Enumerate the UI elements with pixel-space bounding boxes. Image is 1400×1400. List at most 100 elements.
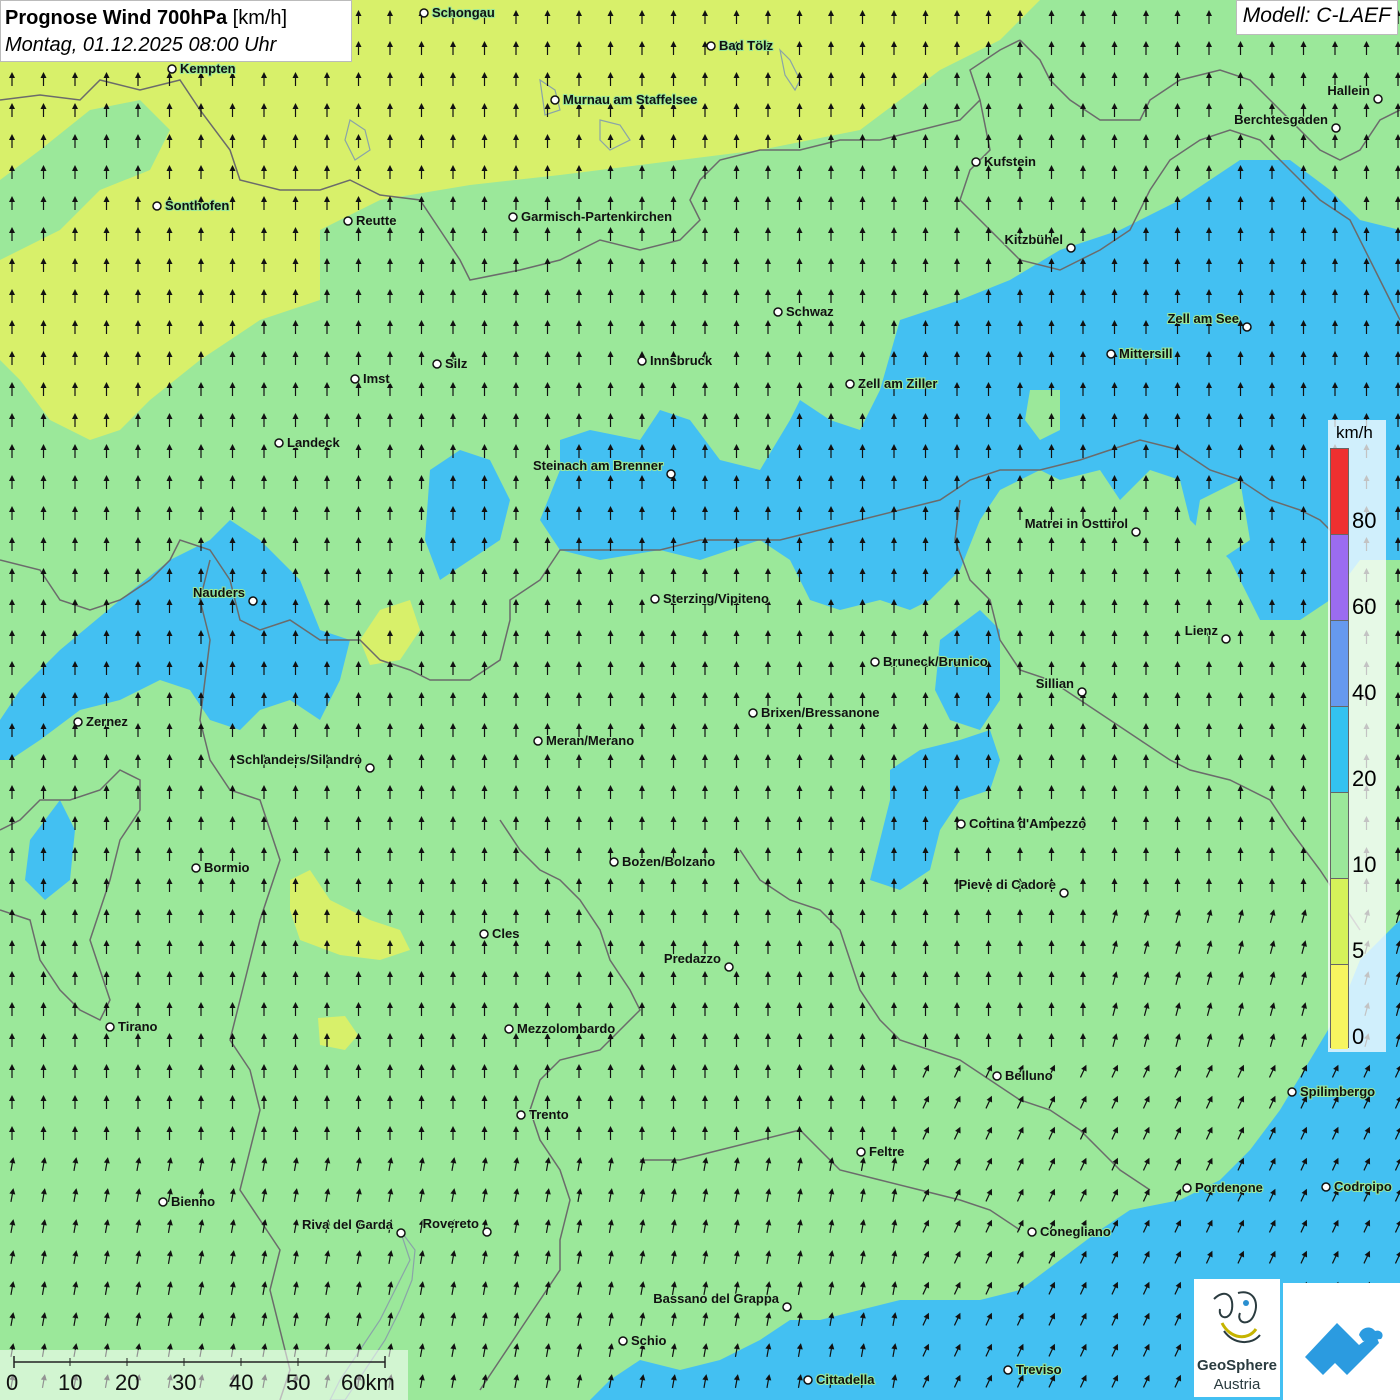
city-dot xyxy=(706,41,716,51)
city-label: Imst xyxy=(363,371,390,386)
city-label: Schongau xyxy=(432,5,495,20)
legend-swatch-0 xyxy=(1331,965,1348,1049)
geosphere-sub: Austria xyxy=(1213,1376,1261,1393)
city-dot xyxy=(845,379,855,389)
city-label: Pordenone xyxy=(1195,1180,1263,1195)
city-marker: Meran/Merano xyxy=(533,732,635,749)
city-dot xyxy=(637,356,647,366)
city-dot xyxy=(1182,1183,1192,1193)
legend-unit: km/h xyxy=(1336,423,1373,442)
city-marker: Innsbruck xyxy=(637,352,714,369)
wind-forecast-map[interactable]: Schongau Bad Tölz Kempten Murnau am Staffel… xyxy=(0,0,1400,1400)
city-dot xyxy=(650,594,660,604)
city-label: Zell am See xyxy=(1167,311,1239,326)
city-label: Berchtesgaden xyxy=(1234,112,1328,127)
city-marker: Schongau xyxy=(419,4,496,21)
city-label: Predazzo xyxy=(664,951,721,966)
city-dot xyxy=(482,1227,492,1237)
city-label: Brixen/Bressanone xyxy=(761,705,880,720)
city-label: Silz xyxy=(445,356,468,371)
city-dot xyxy=(1106,349,1116,359)
city-dot xyxy=(956,819,966,829)
city-dot xyxy=(105,1022,115,1032)
city-dot xyxy=(396,1228,406,1238)
legend-swatch-10 xyxy=(1331,793,1348,879)
city-dot xyxy=(167,64,177,74)
city-label: Pieve di Cadore xyxy=(958,877,1056,892)
legend-swatch-80 xyxy=(1331,449,1348,535)
city-dot xyxy=(748,708,758,718)
city-dot xyxy=(152,201,162,211)
city-label: Kitzbühel xyxy=(1005,232,1064,247)
city-label: Riva del Garda xyxy=(302,1217,394,1232)
city-label: Tirano xyxy=(118,1019,158,1034)
city-label: Feltre xyxy=(869,1144,904,1159)
legend-tick-20: 20 xyxy=(1352,766,1377,791)
city-dot xyxy=(1027,1227,1037,1237)
city-label: Bassano del Grappa xyxy=(653,1291,779,1306)
city-dot xyxy=(508,212,518,222)
legend-tick-10: 10 xyxy=(1352,852,1377,877)
city-dot xyxy=(1059,888,1069,898)
city-label: Bienno xyxy=(171,1194,215,1209)
city-label: Meran/Merano xyxy=(546,733,634,748)
city-label: Cortina d'Ampezzo xyxy=(969,816,1086,831)
city-marker: Spilimbergo xyxy=(1287,1083,1376,1100)
city-dot xyxy=(870,657,880,667)
city-marker: Conegliano xyxy=(1027,1223,1112,1240)
scale-bar: 0 10 20 30 40 50 60km xyxy=(0,1350,408,1400)
city-marker: Bozen/Bolzano xyxy=(609,853,716,870)
city-label: Rovereto xyxy=(423,1216,479,1231)
city-dot xyxy=(1221,634,1231,644)
city-marker: Brixen/Bressanone xyxy=(748,704,881,721)
city-dot xyxy=(1003,1365,1013,1375)
city-dot xyxy=(158,1197,168,1207)
city-dot xyxy=(1331,123,1341,133)
city-dot xyxy=(1321,1182,1331,1192)
city-dot xyxy=(504,1024,514,1034)
city-label: Lienz xyxy=(1185,623,1219,638)
city-marker: Mezzolombardo xyxy=(504,1020,616,1037)
city-label: Hallein xyxy=(1327,83,1370,98)
legend-swatch-20 xyxy=(1331,707,1348,793)
city-label: Garmisch-Partenkirchen xyxy=(521,209,672,224)
geosphere-emblem-icon xyxy=(1213,1291,1261,1343)
city-dot xyxy=(274,438,284,448)
city-label: Bad Tölz xyxy=(719,38,774,53)
city-marker: Sterzing/Vipiteno xyxy=(650,590,770,607)
city-dot xyxy=(666,469,676,479)
city-label: Codroipo xyxy=(1334,1179,1392,1194)
legend-tick-80: 80 xyxy=(1352,508,1377,533)
city-label: Landeck xyxy=(287,435,341,450)
city-dot xyxy=(432,359,442,369)
city-label: Bozen/Bolzano xyxy=(622,854,715,869)
legend-tick-40: 40 xyxy=(1352,680,1377,705)
city-dot xyxy=(1287,1087,1297,1097)
city-label: Schio xyxy=(631,1333,666,1348)
map-viewer[interactable]: Schongau Bad Tölz Kempten Murnau am Staffel… xyxy=(0,0,1400,1400)
scale-label-20: 20 xyxy=(115,1370,140,1395)
geosphere-name: GeoSphere xyxy=(1196,1357,1278,1374)
city-label: Sillian xyxy=(1036,676,1074,691)
model-label: Modell: C-LAEF xyxy=(1235,0,1398,35)
map-title: Prognose Wind 700hPa [km/h] xyxy=(5,4,347,32)
wind-app-icon xyxy=(1305,1323,1383,1375)
map-title-box: Prognose Wind 700hPa [km/h] Montag, 01.1… xyxy=(0,0,352,62)
city-dot xyxy=(248,596,258,606)
city-marker: Pordenone xyxy=(1182,1179,1264,1196)
city-dot xyxy=(971,157,981,167)
legend-swatch-5 xyxy=(1331,879,1348,965)
city-label: Cles xyxy=(492,926,519,941)
city-label: Steinach am Brenner xyxy=(533,458,663,473)
city-label: Mittersill xyxy=(1119,346,1172,361)
geosphere-logo[interactable]: GeoSphere Austria xyxy=(1194,1279,1280,1397)
scale-label-30: 30 xyxy=(172,1370,197,1395)
app-logo[interactable] xyxy=(1283,1283,1400,1400)
city-dot xyxy=(1066,243,1076,253)
city-label: Sterzing/Vipiteno xyxy=(663,591,769,606)
legend-tick-0: 0 xyxy=(1352,1024,1365,1049)
map-title-unit: [km/h] xyxy=(232,7,288,29)
legend-color-bar xyxy=(1330,448,1349,1049)
city-label: Nauders xyxy=(193,585,245,600)
city-dot xyxy=(350,374,360,384)
